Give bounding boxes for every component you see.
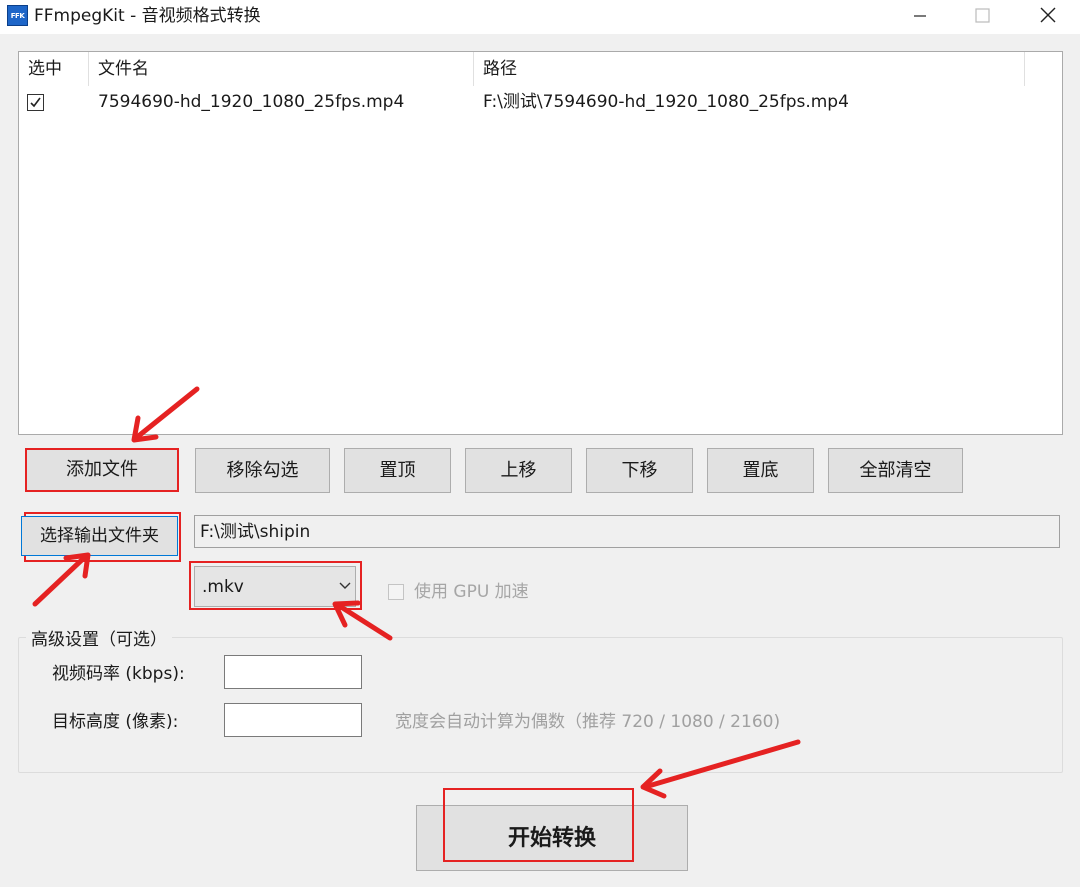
remove-checked-button[interactable]: 移除勾选 <box>195 448 330 493</box>
minimize-icon <box>914 15 926 17</box>
advanced-settings-group <box>18 637 1063 773</box>
maximize-icon <box>975 8 990 23</box>
minimize-button[interactable] <box>897 0 943 32</box>
close-icon <box>1040 7 1056 23</box>
gpu-acceleration-checkbox[interactable] <box>388 584 404 600</box>
start-button-highlight <box>443 788 634 862</box>
file-list[interactable]: 选中 文件名 路径 7594690-hd_1920_1080_25fps.mp4… <box>18 51 1063 435</box>
table-row[interactable]: 7594690-hd_1920_1080_25fps.mp4 F:\测试\759… <box>19 90 1062 116</box>
title-bar: FFK FFmpegKit - 音视频格式转换 <box>0 0 1080 34</box>
clear-all-button[interactable]: 全部清空 <box>828 448 963 493</box>
output-format-select[interactable]: .mkv <box>194 566 356 607</box>
bitrate-label: 视频码率 (kbps): <box>52 664 185 684</box>
move-down-button[interactable]: 下移 <box>586 448 693 493</box>
checkmark-icon <box>30 97 41 108</box>
move-up-button[interactable]: 上移 <box>465 448 572 493</box>
move-top-button[interactable]: 置顶 <box>344 448 451 493</box>
advanced-settings-title: 高级设置（可选） <box>26 627 172 653</box>
close-button[interactable] <box>1024 0 1070 32</box>
row-path: F:\测试\7594690-hd_1920_1080_25fps.mp4 <box>483 92 849 112</box>
gpu-acceleration-label: 使用 GPU 加速 <box>414 582 529 602</box>
format-selected-value: .mkv <box>202 577 244 597</box>
column-header-select[interactable]: 选中 <box>19 52 89 86</box>
target-height-label: 目标高度 (像素): <box>52 712 179 732</box>
maximize-button[interactable] <box>959 0 1005 32</box>
add-file-button[interactable]: 添加文件 <box>25 448 179 492</box>
column-header-path[interactable]: 路径 <box>474 52 1025 86</box>
app-logo-icon: FFK <box>7 5 28 26</box>
choose-output-folder-button[interactable]: 选择输出文件夹 <box>21 516 178 556</box>
column-header-filename[interactable]: 文件名 <box>89 52 474 86</box>
target-height-input[interactable] <box>224 703 362 737</box>
bitrate-input[interactable] <box>224 655 362 689</box>
move-bottom-button[interactable]: 置底 <box>707 448 814 493</box>
output-folder-path-field[interactable]: F:\测试\shipin <box>194 515 1060 548</box>
row-checkbox[interactable] <box>27 94 44 111</box>
height-hint-text: 宽度会自动计算为偶数（推荐 720 / 1080 / 2160) <box>395 712 781 732</box>
window-title: FFmpegKit - 音视频格式转换 <box>34 6 261 26</box>
chevron-down-icon <box>339 582 351 589</box>
row-filename: 7594690-hd_1920_1080_25fps.mp4 <box>98 92 405 112</box>
column-header-filler <box>1025 52 1062 86</box>
arrow-to-choose-folder-icon <box>32 552 91 607</box>
